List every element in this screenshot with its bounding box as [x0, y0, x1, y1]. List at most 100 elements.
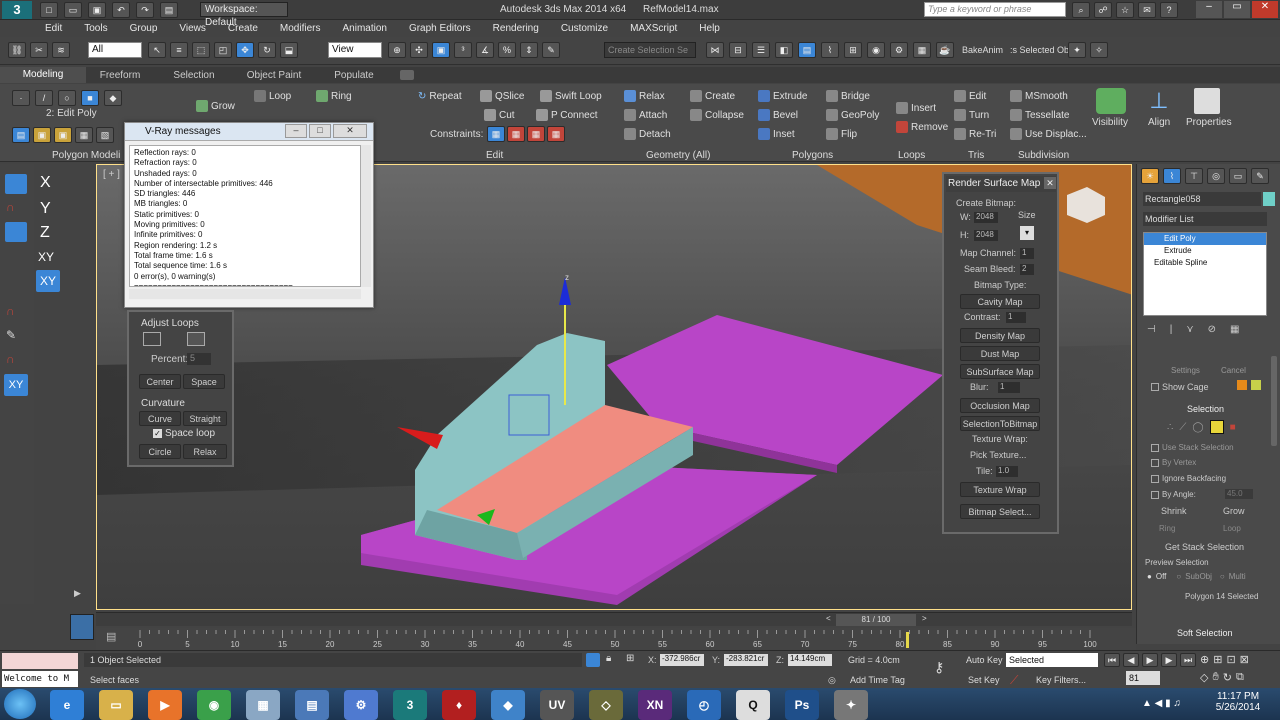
- layer-icon[interactable]: ☰: [752, 42, 770, 58]
- circle-button[interactable]: Circle: [139, 444, 181, 459]
- map-channel-spinner[interactable]: 1: [1020, 248, 1034, 259]
- redo-icon[interactable]: ↷: [136, 2, 154, 18]
- xy-constraint[interactable]: XY: [38, 250, 54, 264]
- ring-sel-button[interactable]: Ring: [1159, 524, 1175, 533]
- bitmap-select-button[interactable]: Bitmap Select...: [960, 504, 1040, 519]
- loops-group-label[interactable]: Loops: [898, 150, 925, 161]
- percent-snap-icon[interactable]: %: [498, 42, 516, 58]
- rectangular-selection-icon[interactable]: ⬚: [192, 42, 210, 58]
- tab-freeform[interactable]: Freeform: [86, 70, 154, 81]
- align-icon[interactable]: ⊟: [729, 42, 747, 58]
- ring-button[interactable]: Ring: [316, 88, 352, 104]
- align-label[interactable]: Align: [1148, 117, 1170, 128]
- tab-selection[interactable]: Selection: [154, 70, 234, 81]
- vray-maximize-icon[interactable]: □: [309, 124, 331, 138]
- bridge-button[interactable]: Bridge: [826, 88, 870, 104]
- schematic-view-icon[interactable]: ⊞: [844, 42, 862, 58]
- turn-button[interactable]: Turn: [954, 107, 989, 123]
- pivot-center-icon[interactable]: ⊕: [388, 42, 406, 58]
- utilities-tab-icon[interactable]: ✎: [1251, 168, 1269, 184]
- selection-lock-icon[interactable]: [586, 653, 600, 667]
- next-frame-icon[interactable]: >: [922, 614, 927, 623]
- open-icon[interactable]: ▭: [64, 2, 82, 18]
- bind-space-warp-icon[interactable]: ≋: [52, 42, 70, 58]
- taskbar-flash-icon[interactable]: ♦: [442, 689, 476, 720]
- radio-selected-icon[interactable]: ●: [1147, 572, 1152, 581]
- current-frame-field[interactable]: 81: [1126, 671, 1160, 685]
- use-displac-button[interactable]: Use Displac...: [1010, 126, 1087, 142]
- zoom-extents-all-icon[interactable]: ⊠: [1240, 653, 1249, 666]
- modifier-list-dropdown[interactable]: Modifier List: [1143, 212, 1267, 226]
- script-a-icon[interactable]: ✦: [1068, 42, 1086, 58]
- render-production-icon[interactable]: ☕: [936, 42, 954, 58]
- stack-icon[interactable]: ▤: [12, 127, 30, 143]
- taskbar-xn-icon[interactable]: XN: [638, 689, 672, 720]
- loop-sel-button[interactable]: Loop: [1223, 524, 1241, 533]
- menu-customize[interactable]: Customize: [550, 23, 619, 34]
- next-key-icon[interactable]: ▶: [1161, 653, 1177, 667]
- menu-rendering[interactable]: Rendering: [482, 23, 550, 34]
- ignore-backfacing-checkbox[interactable]: [1151, 474, 1159, 483]
- set-key-icon[interactable]: ⟋: [1010, 673, 1018, 688]
- mini-curve-editor-icon[interactable]: ▤: [106, 630, 122, 646]
- tray-icons[interactable]: ▲ ◀︎ ▮ ♫: [1142, 698, 1181, 709]
- get-stack-selection-button[interactable]: Get Stack Selection: [1165, 542, 1244, 552]
- key-set-dropdown[interactable]: Selected: [1006, 653, 1098, 667]
- menu-help[interactable]: Help: [688, 23, 731, 34]
- subsurface-map-button[interactable]: SubSurface Map: [960, 364, 1040, 379]
- clock-time[interactable]: 11:17 PM: [1210, 691, 1266, 702]
- select-object-icon[interactable]: ↖: [148, 42, 166, 58]
- tab-modeling[interactable]: Modeling: [0, 67, 86, 83]
- pan-icon[interactable]: ✋︎: [1212, 671, 1218, 684]
- vray-close-icon[interactable]: ✕: [333, 124, 367, 138]
- relax-button[interactable]: Relax: [624, 88, 665, 104]
- start-button-icon[interactable]: [4, 689, 36, 719]
- size-dropdown[interactable]: ▾: [1020, 226, 1034, 240]
- selection-rollout-title[interactable]: Selection: [1187, 404, 1224, 414]
- prev-key-icon[interactable]: ◀: [1123, 653, 1139, 667]
- tab-object-paint[interactable]: Object Paint: [234, 70, 314, 81]
- polygon-mode-icon[interactable]: ■: [81, 90, 99, 106]
- angle-snap-icon[interactable]: ∡: [476, 42, 494, 58]
- curve-button[interactable]: Curve: [139, 411, 181, 426]
- menu-animation[interactable]: Animation: [331, 23, 397, 34]
- keyboard-shortcut-icon[interactable]: ▣: [432, 42, 450, 58]
- tab-populate[interactable]: Populate: [314, 70, 394, 81]
- z-coordinate[interactable]: 14.149cm: [788, 654, 832, 666]
- object-color-swatch[interactable]: [1263, 192, 1275, 206]
- clock-date[interactable]: 5/26/2014: [1210, 702, 1266, 713]
- select-by-name-icon[interactable]: ≡: [170, 42, 188, 58]
- taskbar-uv-icon[interactable]: UV: [540, 689, 574, 720]
- search-input[interactable]: Type a keyword or phrase: [924, 2, 1066, 17]
- app-logo[interactable]: 3: [2, 1, 32, 19]
- viewport-layout-icon[interactable]: [70, 614, 94, 640]
- named-selection-dropdown[interactable]: Create Selection Se: [604, 42, 696, 58]
- viewport-scroll-icon[interactable]: ▶: [74, 588, 81, 599]
- star-icon[interactable]: ☆: [1116, 2, 1134, 18]
- goto-start-icon[interactable]: ⏮: [1104, 653, 1120, 667]
- adjust-loops-panel[interactable]: Adjust Loops Percent: 5 Center Space Cur…: [127, 310, 234, 467]
- menu-graph-editors[interactable]: Graph Editors: [398, 23, 482, 34]
- spinner-snap-icon[interactable]: ⇕: [520, 42, 538, 58]
- edit-poly-label[interactable]: 2: Edit Poly: [46, 108, 97, 119]
- y-constraint[interactable]: Y: [40, 200, 51, 218]
- stack-item[interactable]: Extrude: [1144, 245, 1266, 257]
- zoom-extents-icon[interactable]: ⊡: [1226, 653, 1235, 666]
- hierarchy-tab-icon[interactable]: ⊤: [1185, 168, 1203, 184]
- inset-button[interactable]: Inset: [758, 126, 795, 142]
- create-tab-icon[interactable]: ☀: [1141, 168, 1159, 184]
- taskbar-blender-icon[interactable]: ◆: [491, 689, 525, 720]
- select-scale-icon[interactable]: ⬓: [280, 42, 298, 58]
- taskbar-photoshop-icon[interactable]: Ps: [785, 689, 819, 720]
- show-cage-checkbox[interactable]: [1151, 383, 1159, 391]
- time-slider[interactable]: 81 / 100 < >: [96, 612, 1132, 626]
- selection-filter-dropdown[interactable]: All: [88, 42, 142, 58]
- stack-item[interactable]: Edit Poly: [1144, 233, 1266, 245]
- magnet-c-icon[interactable]: ∩: [6, 352, 26, 370]
- cage-color-b-swatch[interactable]: [1251, 380, 1261, 390]
- x-coordinate[interactable]: -372.986cr: [660, 654, 704, 666]
- play-icon[interactable]: ▶: [1142, 653, 1158, 667]
- texture-wrap-button[interactable]: Texture Wrap: [960, 482, 1040, 497]
- vray-messages-window[interactable]: V-Ray messages – □ ✕ Reflection rays: 0 …: [124, 122, 374, 308]
- h-spinner[interactable]: 2048: [974, 230, 998, 241]
